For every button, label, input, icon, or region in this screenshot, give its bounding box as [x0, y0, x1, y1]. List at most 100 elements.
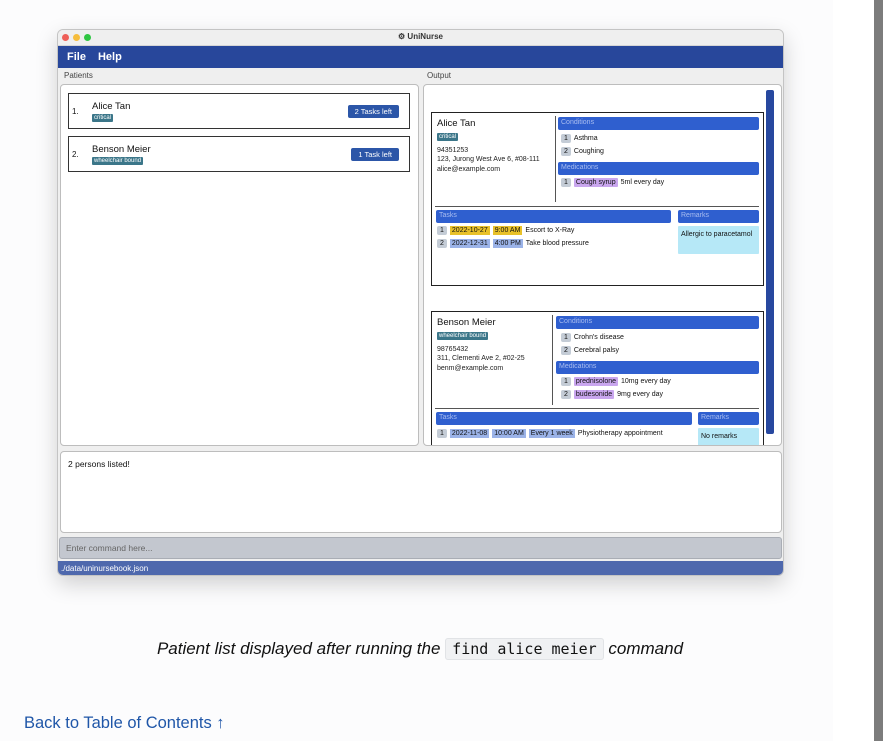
command-input[interactable]: Enter command here...: [59, 537, 782, 559]
tasks-header: Tasks: [436, 412, 692, 425]
output-panel: Alice Tan critical 94351253 123, Jurong …: [423, 84, 782, 446]
task-description: Physiotherapy appointment: [577, 430, 663, 437]
detail-phone: 98765432: [437, 346, 469, 353]
task-number: 2: [437, 239, 447, 248]
condition-number: 2: [561, 346, 571, 355]
medication-dose: 5ml every day: [620, 179, 665, 186]
detail-tag: critical: [437, 133, 459, 141]
medication-name: prednisolone: [573, 377, 618, 386]
medication-number: 1: [561, 377, 571, 386]
medication-number: 2: [561, 390, 571, 399]
medication-row: 2 budesonide 9mg every day: [561, 390, 663, 399]
patient-name: Alice Tan: [92, 101, 131, 112]
patient-name: Benson Meier: [92, 144, 151, 155]
condition-text: Cerebral palsy: [573, 347, 620, 354]
task-number: 1: [437, 226, 447, 235]
medication-dose: 9mg every day: [617, 391, 664, 398]
task-time: 9:00 AM: [492, 226, 523, 235]
conditions-header: Conditions: [558, 117, 759, 130]
medication-name: budesonide: [573, 390, 615, 399]
medication-dose: 10mg every day: [621, 378, 671, 385]
condition-number: 2: [561, 147, 571, 156]
patients-pane-label: Patients: [64, 71, 93, 80]
detail-contact: 94351253 123, Jurong West Ave 6, #08-111…: [437, 146, 555, 174]
app-window: ⚙ UniNurse File Help Patients Output 1. …: [57, 29, 784, 576]
task-time: 4:00 PM: [492, 239, 523, 248]
menu-bar: File Help: [58, 46, 783, 68]
task-row: 1 2022-11-08 10:00 AM Every 1 week Physiothe…: [437, 429, 663, 438]
condition-text: Crohn's disease: [573, 334, 624, 341]
condition-number: 1: [561, 333, 571, 342]
status-bar: ./data/uninursebook.json: [58, 561, 783, 575]
task-date: 2022-11-08: [449, 429, 490, 438]
medication-row: 1 Cough syrup 5ml every day: [561, 178, 664, 187]
page-scrollbar[interactable]: [874, 0, 883, 741]
task-frequency: Every 1 week: [528, 429, 575, 438]
condition-text: Asthma: [573, 135, 598, 142]
result-display: 2 persons listed!: [60, 451, 782, 533]
medications-header: Medications: [558, 162, 759, 175]
medication-name: Cough syrup: [573, 178, 618, 187]
condition-row: 1 Asthma: [561, 134, 598, 143]
divider: [435, 206, 759, 207]
task-row: 1 2022-10-27 9:00 AM Escort to X-Ray: [437, 226, 574, 235]
detail-tag: wheelchair bound: [437, 332, 489, 340]
gear-icon: ⚙: [398, 32, 406, 41]
divider: [552, 315, 553, 405]
menu-file[interactable]: File: [67, 51, 86, 63]
patient-detail-card-alice: Alice Tan critical 94351253 123, Jurong …: [431, 112, 764, 286]
task-row: 2 2022-12-31 4:00 PM Take blood pressure: [437, 239, 589, 248]
condition-row: 2 Cerebral palsy: [561, 346, 619, 355]
patient-tag: wheelchair bound: [92, 157, 144, 165]
divider: [435, 408, 759, 409]
remarks-header: Remarks: [678, 210, 759, 223]
medication-number: 1: [561, 178, 571, 187]
task-date: 2022-12-31: [449, 239, 490, 248]
caption-text-after: command: [603, 639, 684, 658]
output-scrollbar[interactable]: [766, 90, 774, 434]
patient-index: 2.: [72, 150, 79, 159]
detail-name: Alice Tan: [437, 118, 476, 129]
window-title: UniNurse: [407, 32, 443, 41]
task-description: Escort to X-Ray: [525, 227, 575, 234]
detail-contact: 98765432 311, Clementi Ave 2, #02-25 ben…: [437, 345, 555, 373]
condition-number: 1: [561, 134, 571, 143]
detail-email: benm@example.com: [437, 364, 504, 372]
patient-card-2[interactable]: 2. Benson Meier wheelchair bound 1 Task …: [68, 136, 410, 172]
patient-tag: critical: [92, 114, 114, 122]
back-to-toc-link[interactable]: Back to Table of Contents ↑: [24, 714, 225, 733]
data-file-path: ./data/uninursebook.json: [61, 564, 149, 573]
output-pane-label: Output: [427, 71, 452, 80]
condition-row: 2 Coughing: [561, 147, 604, 156]
medication-row: 1 prednisolone 10mg every day: [561, 377, 671, 386]
remarks-header: Remarks: [698, 412, 759, 425]
window-title-group: ⚙ UniNurse: [58, 32, 783, 41]
detail-address: 123, Jurong West Ave 6, #08-111: [437, 156, 540, 164]
detail-name: Benson Meier: [437, 317, 496, 328]
patient-index: 1.: [72, 107, 79, 116]
caption-text-before: Patient list displayed after running the: [156, 639, 446, 658]
detail-email: alice@example.com: [437, 165, 501, 173]
remarks-box: No remarks: [698, 428, 759, 445]
medications-header: Medications: [556, 361, 759, 374]
result-message: 2 persons listed!: [68, 459, 130, 469]
conditions-header: Conditions: [556, 316, 759, 329]
patient-card-1[interactable]: 1. Alice Tan critical 2 Tasks left: [68, 93, 410, 129]
detail-phone: 94351253: [437, 147, 469, 154]
task-date: 2022-10-27: [449, 226, 490, 235]
tasks-left-button[interactable]: 1 Task left: [351, 148, 399, 161]
task-description: Take blood pressure: [525, 240, 589, 247]
condition-text: Coughing: [573, 148, 604, 155]
task-time: 10:00 AM: [492, 429, 526, 438]
title-bar: ⚙ UniNurse: [58, 30, 783, 46]
task-number: 1: [437, 429, 447, 438]
divider: [555, 116, 556, 202]
tasks-header: Tasks: [436, 210, 671, 223]
menu-help[interactable]: Help: [98, 51, 122, 63]
patient-detail-card-benson: Benson Meier wheelchair bound 98765432 3…: [431, 311, 764, 445]
tasks-left-button[interactable]: 2 Tasks left: [347, 105, 399, 118]
patient-list-panel: 1. Alice Tan critical 2 Tasks left 2. Be…: [60, 84, 419, 446]
figure-caption: Patient list displayed after running the…: [0, 638, 840, 660]
caption-code: find alice meier: [445, 638, 604, 660]
detail-address: 311, Clementi Ave 2, #02-25: [437, 355, 525, 363]
